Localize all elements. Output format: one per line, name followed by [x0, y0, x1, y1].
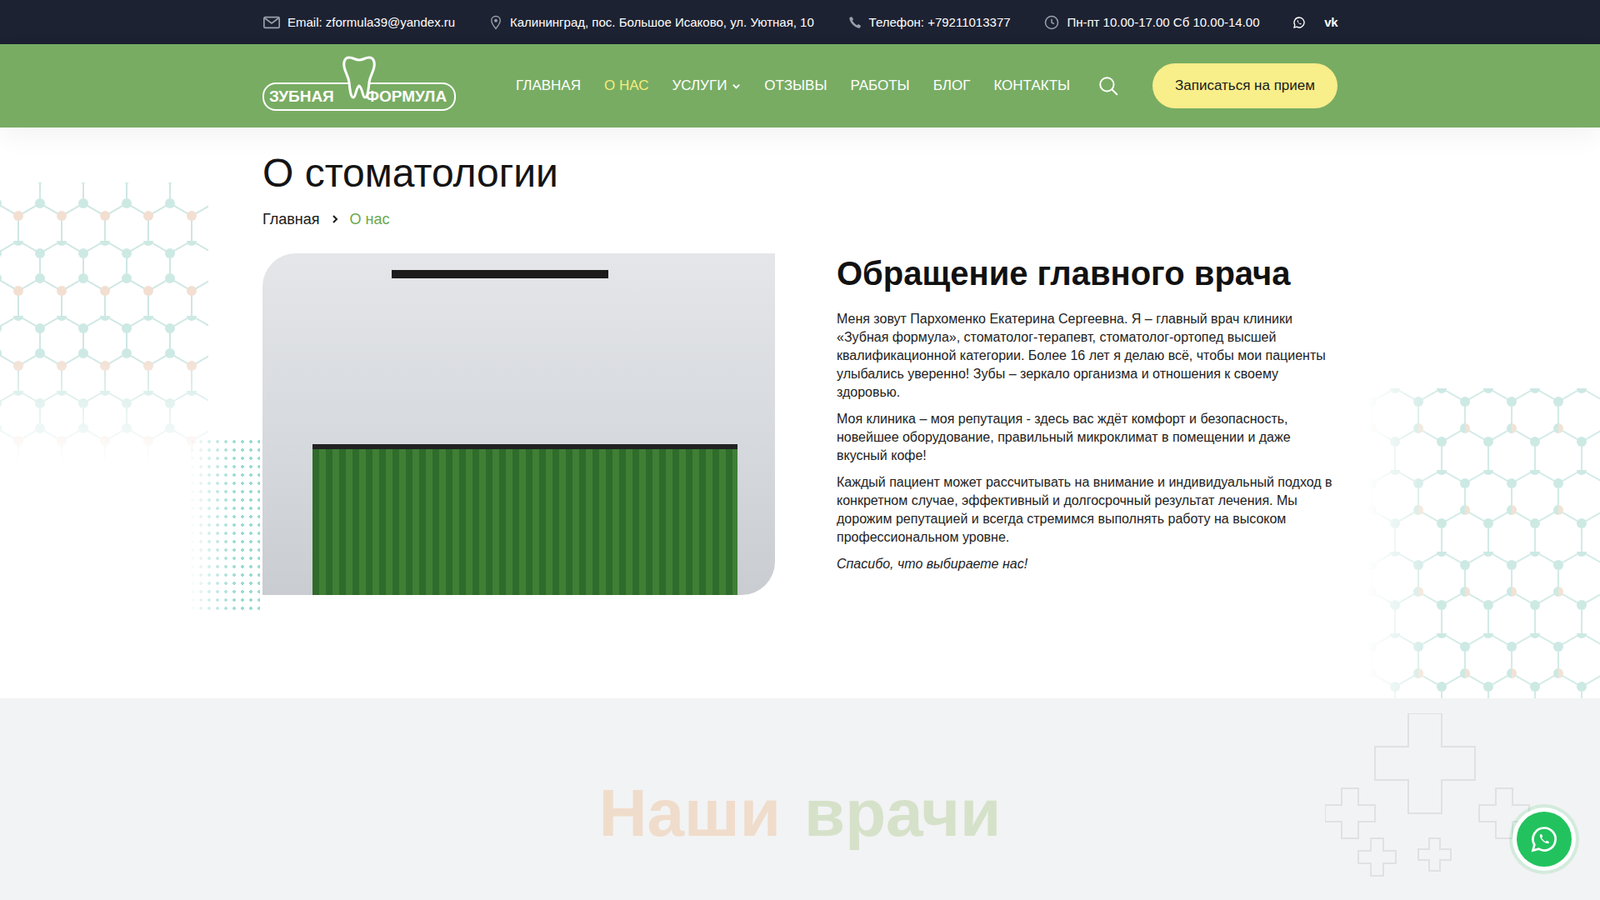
article-heading: Обращение главного врача	[836, 253, 1338, 294]
menu-item[interactable]: БЛОГ	[933, 77, 971, 95]
title-word: врачи	[804, 780, 1001, 847]
address-info: Калининград, пос. Большое Исаково, ул. У…	[488, 15, 815, 30]
hours-info: Пн-пт 10.00-17.00 Сб 10.00-14.00	[1043, 14, 1260, 31]
clinic-logo[interactable]: ЗУБНАЯ ФОРМУЛА	[262, 55, 456, 116]
top-bar: Email: zformula39@yandex.ru Калининград, …	[0, 0, 1600, 45]
logo-right-word: ФОРМУЛА	[365, 87, 447, 106]
doctors-section: Наши врачи	[0, 698, 1600, 900]
email-info[interactable]: Email: zformula39@yandex.ru	[262, 13, 455, 32]
whatsapp-icon	[1529, 824, 1560, 855]
email-text: Email: zformula39@yandex.ru	[287, 15, 455, 30]
menu-item[interactable]: ГЛАВНАЯ	[515, 77, 581, 95]
menu-item[interactable]: ОТЗЫВЫ	[764, 77, 827, 95]
phone-icon	[847, 15, 863, 30]
clock-icon	[1043, 14, 1060, 31]
location-pin-icon	[488, 15, 504, 30]
social-links: vk	[1292, 15, 1338, 30]
title-word: Наши	[599, 780, 781, 847]
envelope-icon	[262, 13, 281, 32]
tooth-icon	[342, 54, 376, 101]
breadcrumb-item: О нас	[350, 210, 390, 229]
hexagon-decoration	[1366, 388, 1600, 699]
menu-item[interactable]: УСЛУГИ	[671, 77, 741, 95]
dot-grid-decoration	[188, 437, 260, 613]
phone-text: Телефон: +79211013377	[869, 15, 1011, 30]
page-title: О стоматологии	[262, 149, 1338, 198]
article-signature: Спасибо, что выбираете нас!	[836, 555, 1338, 574]
article-paragraph: Меня зовут Пархоменко Екатерина Сергеевн…	[836, 310, 1338, 402]
menu-item[interactable]: КОНТАКТЫ	[993, 77, 1070, 95]
chief-doctor-message: Обращение главного врача Меня зовут Пархо…	[836, 253, 1338, 595]
main-nav-bar: ЗУБНАЯ ФОРМУЛА ГЛАВНАЯ О НАС УСЛУГИ ОТЗЫВЫ РАБ…	[0, 44, 1600, 128]
breadcrumb-item[interactable]: Главная	[262, 210, 320, 229]
about-section: О стоматологии Главная О нас Обращение глав…	[0, 127, 1600, 699]
search-icon[interactable]	[1097, 75, 1120, 97]
doctors-section-title: Наши врачи	[0, 780, 1600, 847]
main-menu: ГЛАВНАЯ О НАС УСЛУГИ ОТЗЫВЫ РАБОТЫ БЛОГ КОНТАК…	[515, 77, 1070, 95]
whatsapp-chat-button[interactable]	[1516, 811, 1572, 867]
logo-left-word: ЗУБНАЯ	[269, 87, 335, 106]
page: Email: zformula39@yandex.ru Калининград, …	[0, 0, 1600, 900]
book-appointment-button[interactable]: Записаться на прием	[1152, 63, 1338, 109]
doctor-address-block: Обращение главного врача Меня зовут Пархо…	[262, 253, 1338, 595]
phone-info[interactable]: Телефон: +79211013377	[847, 15, 1011, 30]
article-paragraph: Каждый пациент может рассчитывать на вни…	[836, 473, 1338, 547]
article-paragraph: Моя клиника – моя репутация - здесь вас …	[836, 410, 1338, 465]
chevron-right-icon	[330, 214, 340, 225]
address-text: Калининград, пос. Большое Исаково, ул. У…	[510, 15, 815, 30]
cross-decoration	[1325, 713, 1542, 880]
doctor-photo	[262, 253, 775, 595]
chevron-down-icon	[731, 81, 741, 91]
menu-item[interactable]: РАБОТЫ	[850, 77, 910, 95]
vk-icon[interactable]: vk	[1324, 15, 1338, 30]
hexagon-decoration	[0, 182, 209, 466]
hours-text: Пн-пт 10.00-17.00 Сб 10.00-14.00	[1066, 15, 1260, 30]
breadcrumbs: Главная О нас	[262, 210, 1338, 229]
menu-item[interactable]: О НАС	[604, 77, 649, 95]
whatsapp-icon[interactable]	[1292, 15, 1306, 30]
